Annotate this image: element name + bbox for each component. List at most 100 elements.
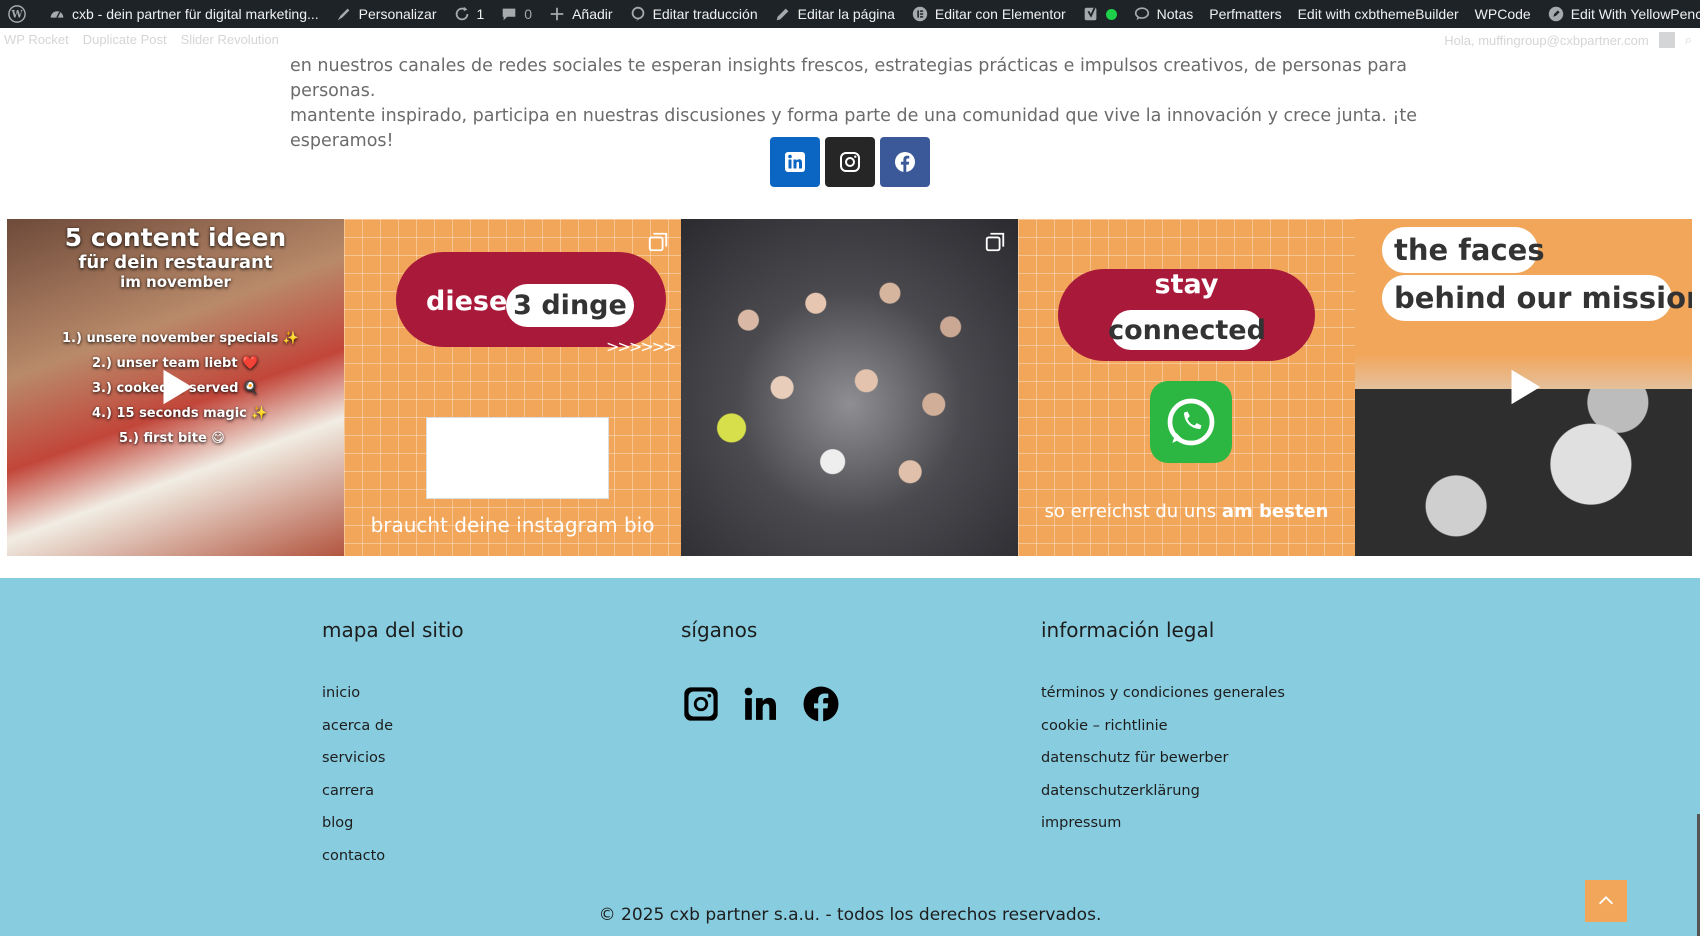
chevron-up-icon (1598, 896, 1614, 905)
edit-translation-label: Editar traducción (652, 6, 758, 22)
edit-elementor-label: Editar con Elementor (934, 6, 1066, 22)
wp-rocket-link[interactable]: WP Rocket (4, 32, 69, 47)
copyright-text: © 2025 cxb partner s.a.u. - todos los de… (598, 905, 1102, 925)
instagram-post-team-photo[interactable] (681, 219, 1018, 556)
instagram-icon[interactable] (681, 684, 721, 724)
secondary-admin-row: WP Rocket Duplicate Post Slider Revoluti… (0, 28, 1700, 48)
instagram-post-bio-tips[interactable]: diese 3 dinge >>>>>> braucht deine insta… (344, 219, 681, 556)
site-footer: mapa del sitio inicio acerca de servicio… (0, 578, 1700, 936)
footer-link-contacto[interactable]: contacto (322, 847, 464, 880)
carousel-icon (984, 231, 1006, 253)
footer-link-acerca[interactable]: acerca de (322, 717, 464, 750)
notes-label: Notas (1156, 6, 1194, 22)
footer-link-cookie[interactable]: cookie – richtlinie (1041, 717, 1285, 750)
footer-link-terminos[interactable]: términos y condiciones generales (1041, 684, 1285, 717)
social-buttons (770, 137, 930, 187)
edit-translation-link[interactable]: Editar traducción (621, 0, 766, 28)
linkedin-button[interactable] (770, 137, 820, 187)
post2-pill-text: diese (426, 286, 508, 317)
intro-line-1: en nuestros canales de redes sociales te… (290, 56, 1407, 101)
linkedin-icon (785, 152, 805, 172)
scroll-to-top-button[interactable] (1585, 880, 1627, 922)
perfmatters-link[interactable]: Perfmatters (1201, 0, 1289, 28)
footer-link-inicio[interactable]: inicio (322, 684, 464, 717)
add-new-menu[interactable]: Añadir (540, 0, 620, 28)
footer-link-datenschutz-bewerber[interactable]: datenschutz für bewerber (1041, 749, 1285, 782)
search-icon[interactable]: ⌕ (1685, 32, 1692, 48)
footer-link-servicios[interactable]: servicios (322, 749, 464, 782)
post2-arrows: >>>>>> (606, 337, 676, 356)
post1-list-item: 1.) unsere november specials ✨ (62, 331, 300, 346)
site-title: cxb - dein partner für digital marketing… (72, 6, 319, 22)
add-new-label: Añadir (572, 6, 613, 22)
post1-title-line3: im november (120, 273, 231, 291)
edit-theme-builder-link[interactable]: Edit with cxbthemeBuilder (1290, 0, 1467, 28)
post1-list-item: 5.) first bite 😋 (119, 431, 225, 446)
yoast-menu[interactable] (1074, 0, 1125, 28)
play-icon[interactable] (1500, 364, 1546, 410)
post4-caption: so erreichst du uns am besten (1018, 501, 1355, 522)
edit-elementor-link[interactable]: Editar con Elementor (903, 0, 1074, 28)
wp-admin-bar: W cxb - dein partner für digital marketi… (0, 0, 1700, 28)
facebook-icon (895, 152, 915, 172)
facebook-button[interactable] (880, 137, 930, 187)
slider-revolution-link[interactable]: Slider Revolution (181, 32, 279, 47)
footer-link-datenschutzerklaerung[interactable]: datenschutzerklärung (1041, 782, 1285, 815)
dashboard-icon (48, 5, 66, 23)
user-greeting[interactable]: Hola, muffingroup@cxbpartner.com (1444, 33, 1648, 48)
post2-highlight: 3 dinge (506, 284, 634, 327)
post4-stay-text: stay (1154, 269, 1219, 300)
comments-count: 0 (524, 6, 533, 22)
footer-link-impressum[interactable]: impressum (1041, 814, 1285, 847)
post2-profile-mockup (426, 417, 609, 499)
updates-link[interactable]: 1 (445, 0, 493, 28)
post1-title-line1: 5 content ideen (64, 223, 287, 252)
wp-logo-menu[interactable]: W (0, 0, 40, 28)
edit-page-link[interactable]: Editar la página (766, 0, 903, 28)
play-icon[interactable] (152, 364, 198, 410)
post4-caption-plain: so erreichst du uns (1044, 501, 1217, 522)
legal-heading: información legal (1041, 618, 1215, 642)
instagram-icon (840, 152, 860, 172)
instagram-post-reel-content-ideas[interactable]: 5 content ideen für dein restaurant im n… (7, 219, 344, 556)
footer-legal-column: información legal términos y condiciones… (1041, 618, 1285, 847)
updates-count: 1 (476, 6, 485, 22)
customize-label: Personalizar (358, 6, 437, 22)
wpcode-link[interactable]: WPCode (1467, 0, 1539, 28)
avatar[interactable] (1658, 32, 1675, 48)
footer-link-blog[interactable]: blog (322, 814, 464, 847)
chat-icon (1133, 5, 1151, 23)
refresh-icon (453, 5, 471, 23)
translate-icon (629, 5, 647, 23)
team-faces-photo (1355, 389, 1692, 556)
comments-link[interactable]: 0 (492, 0, 540, 28)
follow-heading: síganos (681, 618, 758, 642)
whatsapp-icon (1150, 381, 1232, 463)
yoast-icon (1082, 5, 1100, 23)
post2-caption: braucht deine instagram bio (370, 513, 655, 537)
notes-link[interactable]: Notas (1125, 0, 1202, 28)
wpcode-label: WPCode (1474, 6, 1531, 22)
team-photo (681, 219, 1018, 556)
instagram-button[interactable] (825, 137, 875, 187)
duplicate-post-link[interactable]: Duplicate Post (83, 32, 167, 47)
customize-link[interactable]: Personalizar (327, 0, 445, 28)
instagram-post-reel-faces[interactable]: the faces behind our mission (1355, 219, 1692, 556)
sitemap-heading: mapa del sitio (322, 618, 464, 642)
linkedin-icon[interactable] (741, 684, 781, 724)
footer-sitemap-column: mapa del sitio inicio acerca de servicio… (322, 618, 464, 880)
pencil-icon (774, 5, 792, 23)
yellowpencil-label: Edit With YellowPencil (1570, 6, 1700, 22)
wordpress-icon: W (8, 5, 26, 23)
post4-connected-text: connected (1108, 310, 1266, 350)
site-name-menu[interactable]: cxb - dein partner für digital marketing… (40, 0, 327, 28)
edit-theme-builder-label: Edit with cxbthemeBuilder (1297, 6, 1459, 22)
post5-line1: the faces (1382, 227, 1545, 273)
instagram-post-stay-connected[interactable]: stay connected so erreichst du uns am be… (1018, 219, 1355, 556)
yellowpencil-link[interactable]: Edit With YellowPencil (1539, 0, 1700, 28)
footer-follow-column: síganos (681, 618, 841, 724)
post5-line2: behind our mission (1382, 275, 1692, 321)
footer-link-carrera[interactable]: carrera (322, 782, 464, 815)
perfmatters-label: Perfmatters (1209, 6, 1282, 22)
facebook-icon[interactable] (801, 684, 841, 724)
